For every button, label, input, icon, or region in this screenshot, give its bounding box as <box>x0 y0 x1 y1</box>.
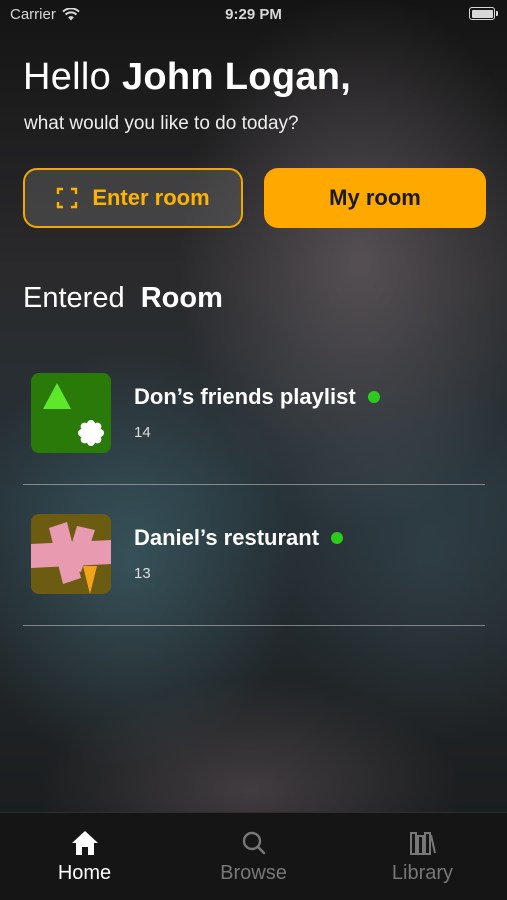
library-icon <box>409 832 436 855</box>
greeting-heading: Hello John Logan, <box>23 56 351 99</box>
restaurant-artwork <box>31 522 111 594</box>
greeting-subtitle: what would you like to do today? <box>24 113 299 134</box>
search-icon <box>242 831 265 855</box>
my-room-button[interactable]: My room <box>264 168 486 228</box>
room-member-count: 13 <box>134 565 151 582</box>
enter-room-label: Enter room <box>92 185 210 210</box>
room-name-text: Don’s friends playlist <box>134 384 356 409</box>
live-status-dot <box>331 532 344 544</box>
room-list-item[interactable]: Don’s friends playlist 14 <box>23 344 485 485</box>
tab-library[interactable]: Library <box>338 813 507 900</box>
room-thumbnail <box>31 373 111 453</box>
tab-home[interactable]: Home <box>0 813 169 900</box>
status-bar: Carrier 9:29 PM <box>0 0 507 30</box>
section-title-light: Entered <box>23 282 125 314</box>
section-title: Entered Room <box>23 282 223 315</box>
home-icon <box>71 831 98 855</box>
playlist-artwork <box>43 383 104 446</box>
tab-home-label: Home <box>57 862 112 884</box>
enter-room-button[interactable]: Enter room <box>23 168 243 228</box>
room-list-item[interactable]: Daniel’s resturant 13 <box>23 485 485 626</box>
room-name-text: Daniel’s resturant <box>134 525 320 550</box>
tab-bar: Home Browse Library <box>0 812 507 900</box>
tab-browse[interactable]: Browse <box>169 813 338 900</box>
live-status-dot <box>367 391 380 403</box>
user-name: John Logan, <box>121 56 352 98</box>
greeting-word: Hello <box>23 56 112 98</box>
my-room-label: My room <box>329 185 421 210</box>
section-title-bold: Room <box>140 282 223 314</box>
tab-library-label: Library <box>391 862 454 884</box>
room-member-count: 14 <box>134 424 151 441</box>
tab-browse-label: Browse <box>220 862 287 884</box>
status-time: 9:29 PM <box>225 6 282 23</box>
room-name: Don’s friends playlist <box>134 384 380 410</box>
battery-icon <box>469 7 498 20</box>
room-thumbnail <box>31 514 111 594</box>
scan-frame-icon <box>57 187 78 209</box>
room-name: Daniel’s resturant <box>134 525 344 551</box>
